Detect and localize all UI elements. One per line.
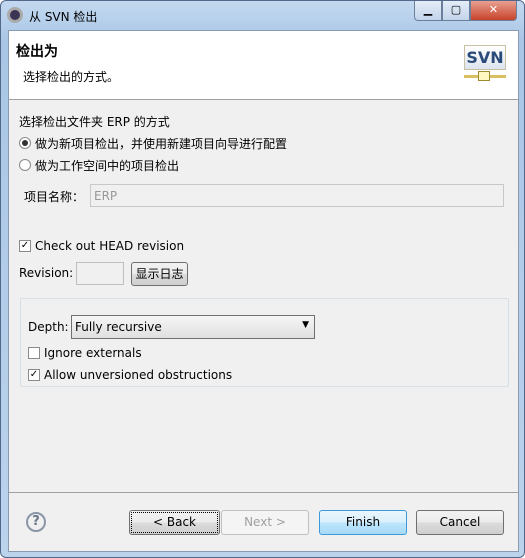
back-button[interactable]: < Back bbox=[129, 510, 220, 535]
ignore-externals-label[interactable]: Ignore externals bbox=[44, 346, 142, 360]
dialog-content: 检出为 选择检出的方式。 SVN 选择检出文件夹 ERP 的方式 做为新项目检出… bbox=[8, 30, 519, 552]
allow-unversioned-label[interactable]: Allow unversioned obstructions bbox=[44, 368, 232, 382]
project-name-label: 项目名称： bbox=[24, 190, 85, 204]
dialog-window: 从 SVN 检出 ▁ ▢ ✕ 检出为 选择检出的方式。 SVN 选择检出文件夹 … bbox=[0, 0, 525, 558]
maximize-button[interactable]: ▢ bbox=[442, 1, 470, 21]
wizard-header: 检出为 选择检出的方式。 SVN bbox=[9, 31, 518, 100]
checkout-prompt: 选择检出文件夹 ERP 的方式 bbox=[19, 115, 170, 129]
footer-divider bbox=[9, 492, 518, 493]
page-title: 检出为 bbox=[16, 44, 58, 60]
radio-workspace-label[interactable]: 做为工作空间中的项目检出 bbox=[35, 157, 179, 174]
depth-label: Depth: bbox=[28, 320, 69, 334]
next-button[interactable]: Next > bbox=[221, 510, 309, 535]
head-revision-label[interactable]: Check out HEAD revision bbox=[35, 239, 184, 253]
ignore-externals-checkbox[interactable] bbox=[28, 347, 40, 359]
chevron-down-icon: ▼ bbox=[302, 320, 309, 330]
page-subtitle: 选择检出的方式。 bbox=[23, 70, 120, 84]
close-button[interactable]: ✕ bbox=[470, 1, 517, 21]
head-revision-checkbox[interactable]: ✓ bbox=[19, 240, 31, 252]
depth-value: Fully recursive bbox=[75, 320, 162, 334]
minimize-button[interactable]: ▁ bbox=[414, 1, 442, 21]
radio-new-project[interactable] bbox=[19, 137, 31, 149]
cancel-button[interactable]: Cancel bbox=[416, 510, 504, 535]
svn-logo-icon: SVN bbox=[464, 45, 506, 83]
finish-button[interactable]: Finish bbox=[319, 510, 407, 535]
app-icon bbox=[7, 7, 23, 23]
project-name-input[interactable]: ERP bbox=[90, 184, 504, 207]
depth-select[interactable]: Fully recursive ▼ bbox=[71, 315, 315, 339]
allow-unversioned-checkbox[interactable]: ✓ bbox=[28, 369, 40, 381]
radio-workspace[interactable] bbox=[19, 159, 31, 171]
radio-new-project-label[interactable]: 做为新项目检出，并使用新建项目向导进行配置 bbox=[35, 135, 287, 152]
revision-input[interactable] bbox=[76, 262, 124, 285]
show-log-button[interactable]: 显示日志 bbox=[131, 262, 188, 286]
help-icon[interactable]: ? bbox=[26, 512, 46, 532]
window-title: 从 SVN 检出 bbox=[29, 10, 98, 24]
revision-label: Revision: bbox=[19, 266, 74, 280]
